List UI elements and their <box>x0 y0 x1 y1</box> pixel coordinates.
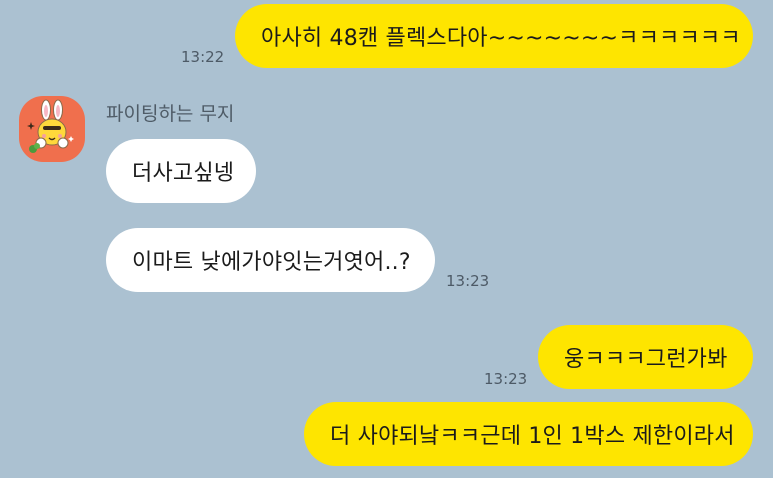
message-bubble-incoming[interactable]: 이마트 낮에가야잇는거엿어..? <box>106 228 435 292</box>
message-time: 13:23 <box>484 370 528 388</box>
message-time: 13:22 <box>181 48 225 66</box>
message-time: 13:23 <box>446 272 490 290</box>
message-text: 이마트 낮에가야잇는거엿어..? <box>132 250 411 275</box>
message-text: 더 사야되낰ㅋㅋ근데 1인 1박스 제한이라서 <box>330 424 735 449</box>
sender-name[interactable]: 파이팅하는 무지 <box>106 99 234 126</box>
message-text: 아사히 48캔 플렉스다아~~~~~~~ㅋㅋㅋㅋㅋㅋ <box>261 26 741 51</box>
muzi-character-icon <box>27 99 74 153</box>
message-bubble-outgoing[interactable]: 더 사야되낰ㅋㅋ근데 1인 1박스 제한이라서 <box>304 402 753 466</box>
message-text: 더사고싶넹 <box>132 161 235 186</box>
message-bubble-incoming[interactable]: 더사고싶넹 <box>106 139 256 203</box>
avatar[interactable] <box>19 96 85 162</box>
chat-room: 13:22 아사히 48캔 플렉스다아~~~~~~~ㅋㅋㅋㅋㅋㅋ 파이팅하는 무… <box>0 0 773 478</box>
message-text: 웅ㅋㅋㅋ그런가봐 <box>564 347 728 372</box>
message-bubble-outgoing[interactable]: 웅ㅋㅋㅋ그런가봐 <box>538 325 753 389</box>
message-bubble-outgoing[interactable]: 아사히 48캔 플렉스다아~~~~~~~ㅋㅋㅋㅋㅋㅋ <box>235 4 753 68</box>
